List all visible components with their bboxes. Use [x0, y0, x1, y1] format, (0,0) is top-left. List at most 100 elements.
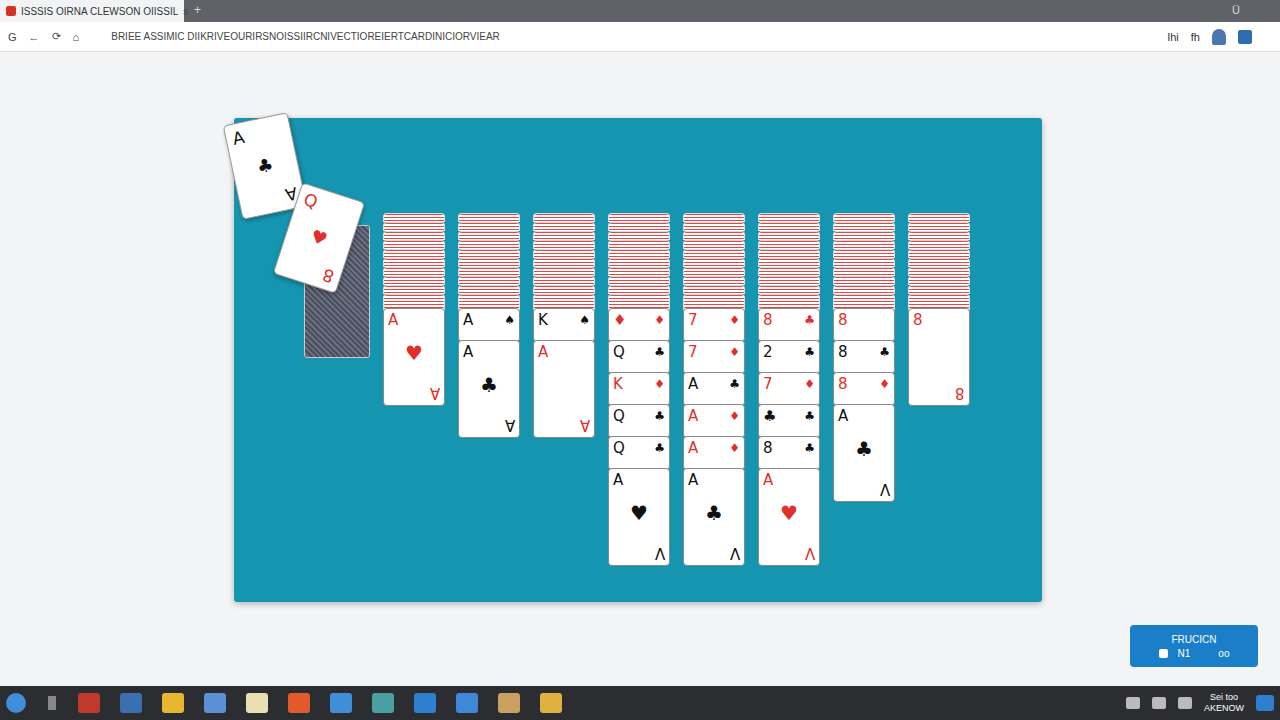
- playing-card[interactable]: 8♣: [758, 436, 820, 470]
- app-icon[interactable]: [372, 693, 394, 713]
- playing-card[interactable]: A♥A: [383, 308, 445, 406]
- playing-card[interactable]: 8♦: [833, 372, 895, 406]
- app-icon[interactable]: [78, 693, 100, 713]
- card-rank: A: [838, 407, 848, 425]
- card-rank: A: [463, 343, 473, 361]
- playing-card[interactable]: 8: [833, 308, 895, 342]
- face-down-card: [458, 276, 520, 285]
- card-suit: ♣: [654, 407, 665, 425]
- playing-card[interactable]: 8♣: [833, 340, 895, 374]
- playing-card[interactable]: 8♣: [758, 308, 820, 342]
- face-down-card: [758, 240, 820, 249]
- face-down-card: [908, 276, 970, 285]
- playing-card[interactable]: 2♣: [758, 340, 820, 374]
- new-tab-button[interactable]: +: [184, 0, 211, 22]
- start-icon[interactable]: [6, 693, 26, 713]
- playing-card[interactable]: K♦: [608, 372, 670, 406]
- page-content: A♣AQ♥8A♥AA♠A♣AK♠AA♦♦Q♣K♦Q♣Q♣A♥V7♦7♦A♣A♦A…: [0, 52, 1280, 686]
- face-down-stack: [833, 213, 895, 310]
- face-down-card: [608, 240, 670, 249]
- face-down-card: [758, 285, 820, 294]
- playing-card[interactable]: 7♦: [683, 308, 745, 342]
- playing-card[interactable]: Q♣: [608, 340, 670, 374]
- app-icon[interactable]: [204, 693, 226, 713]
- face-down-card: [908, 213, 970, 222]
- card-suit: ♦: [729, 407, 740, 425]
- card-corner: V: [880, 480, 890, 498]
- menu-button[interactable]: Ü: [1232, 0, 1280, 22]
- app-icon[interactable]: [246, 693, 268, 713]
- face-down-card: [833, 222, 895, 231]
- nav-button[interactable]: ⟳: [52, 30, 61, 43]
- playing-card[interactable]: A♣V: [683, 468, 745, 566]
- floating-button[interactable]: FRUCICNN1oo: [1130, 625, 1258, 667]
- face-down-card: [833, 258, 895, 267]
- extension-icon[interactable]: [1238, 30, 1252, 44]
- face-down-card: [383, 231, 445, 240]
- app-icon[interactable]: [330, 693, 352, 713]
- face-down-card: [758, 258, 820, 267]
- notification-icon[interactable]: [1256, 695, 1274, 711]
- playing-card[interactable]: A♠: [458, 308, 520, 342]
- playing-card[interactable]: A♥V: [758, 468, 820, 566]
- playing-card[interactable]: AA: [533, 340, 595, 438]
- card-suit: ♥: [759, 501, 819, 525]
- card-corner: A: [505, 416, 515, 434]
- face-down-card: [383, 213, 445, 222]
- playing-card[interactable]: Q♣: [608, 436, 670, 470]
- wifi-icon[interactable]: [1152, 697, 1166, 709]
- playing-card[interactable]: A♦: [683, 404, 745, 438]
- playing-card[interactable]: A♥V: [608, 468, 670, 566]
- card-rank: A: [763, 471, 773, 489]
- app-icon[interactable]: [162, 693, 184, 713]
- playing-card[interactable]: Q♣: [608, 404, 670, 438]
- face-down-card: [458, 213, 520, 222]
- playing-card[interactable]: A♦: [683, 436, 745, 470]
- card-rank: 2: [763, 343, 773, 361]
- face-down-card: [908, 231, 970, 240]
- nav-button[interactable]: ←: [29, 31, 40, 43]
- app-icon[interactable]: [120, 693, 142, 713]
- app-icon[interactable]: [540, 693, 562, 713]
- playing-card[interactable]: A♣V: [833, 404, 895, 502]
- card-rank: K: [538, 311, 548, 329]
- playing-card[interactable]: 7♦: [758, 372, 820, 406]
- playing-card[interactable]: ♣♣: [758, 404, 820, 438]
- url-field[interactable]: BRIEE ASSIMIC DIIKRIVEOURIRSNOISSIIRCNIV…: [111, 31, 500, 42]
- face-down-card: [608, 285, 670, 294]
- face-down-card: [833, 240, 895, 249]
- browser-tab[interactable]: ISSSIS OIRNA CLEWSON OIISSILs: [0, 0, 184, 22]
- toolbar-button[interactable]: Ihi: [1167, 31, 1179, 43]
- volume-icon[interactable]: [1178, 697, 1192, 709]
- tab-close-button[interactable]: s: [183, 6, 188, 17]
- face-down-card: [833, 267, 895, 276]
- card-corner: V: [730, 544, 740, 562]
- playing-card[interactable]: A♣A: [458, 340, 520, 438]
- face-down-card: [683, 213, 745, 222]
- face-down-stack: [608, 213, 670, 310]
- face-down-stack: [683, 213, 745, 310]
- playing-card[interactable]: ♦♦: [608, 308, 670, 342]
- tableau-column: 88♣8♦A♣V: [833, 213, 895, 566]
- profile-icon[interactable]: [1212, 29, 1226, 45]
- clock[interactable]: Sei tooAKENOW: [1204, 692, 1244, 714]
- playing-card[interactable]: 7♦: [683, 340, 745, 374]
- nav-button[interactable]: ⌂: [73, 31, 80, 43]
- face-down-card: [533, 213, 595, 222]
- playing-card[interactable]: 88: [908, 308, 970, 406]
- app-icon[interactable]: [414, 693, 436, 713]
- game-board: A♣AQ♥8A♥AA♠A♣AK♠AA♦♦Q♣K♦Q♣Q♣A♥V7♦7♦A♣A♦A…: [234, 118, 1042, 602]
- card-rank: K: [613, 375, 623, 393]
- app-icon[interactable]: [288, 693, 310, 713]
- app-icon[interactable]: [456, 693, 478, 713]
- face-down-card: [908, 285, 970, 294]
- playing-card[interactable]: A♣: [683, 372, 745, 406]
- toolbar-button[interactable]: fh: [1191, 31, 1200, 43]
- playing-card[interactable]: K♠: [533, 308, 595, 342]
- face-down-card: [383, 249, 445, 258]
- search-icon[interactable]: [48, 696, 56, 710]
- tray-icon[interactable]: [1126, 697, 1140, 709]
- nav-button[interactable]: G: [8, 31, 17, 43]
- app-icon[interactable]: [498, 693, 520, 713]
- face-down-card: [683, 285, 745, 294]
